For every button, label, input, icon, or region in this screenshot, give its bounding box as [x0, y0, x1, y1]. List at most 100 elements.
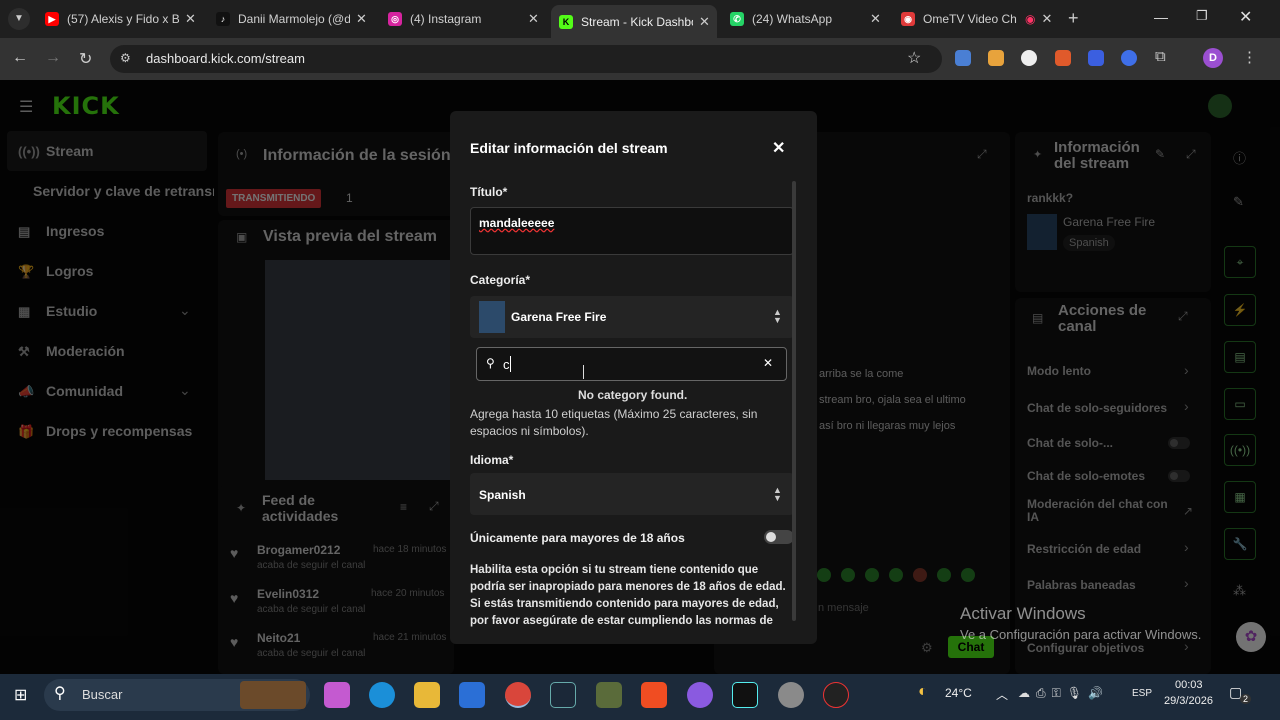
- emote-icon[interactable]: [865, 568, 879, 582]
- close-tab-icon[interactable]: ✕: [699, 14, 710, 30]
- weather-icon[interactable]: ◐: [918, 683, 928, 701]
- expand-icon[interactable]: ⤢: [1186, 147, 1196, 162]
- action-solo-emotes[interactable]: Chat de solo-emotes: [1027, 469, 1145, 483]
- app-icon[interactable]: [823, 682, 849, 708]
- expand-icon[interactable]: ⤢: [1178, 309, 1188, 324]
- emote-icon[interactable]: [961, 568, 975, 582]
- weather-temp[interactable]: 24°C: [945, 686, 972, 700]
- chrome-app-icon[interactable]: [505, 682, 531, 708]
- tab-youtube[interactable]: ▶ (57) Alexis y Fido x Ba ✕: [37, 5, 202, 33]
- browser-menu-icon[interactable]: ⋮: [1242, 48, 1257, 66]
- solo-emotes-toggle[interactable]: [1168, 470, 1190, 482]
- app-icon[interactable]: [778, 682, 804, 708]
- clock-time[interactable]: 00:03: [1175, 679, 1203, 691]
- category-search-input[interactable]: ⚲ c ✕: [476, 347, 787, 381]
- hamburger-menu-icon[interactable]: ☰: [19, 97, 33, 117]
- title-input[interactable]: mandaleeeee: [470, 207, 794, 255]
- close-tab-icon[interactable]: ✕: [528, 11, 539, 27]
- extension-icon[interactable]: [988, 50, 1004, 66]
- sidebar-item-server-key[interactable]: Servidor y clave de retransn: [33, 183, 214, 199]
- chevron-right-icon[interactable]: ›: [1184, 575, 1189, 591]
- restore-button[interactable]: ❐: [1196, 8, 1208, 24]
- external-link-icon[interactable]: ↗: [1183, 504, 1193, 518]
- tab-kick[interactable]: K Stream - Kick Dashbo ✕: [551, 5, 717, 38]
- translate-extension-icon[interactable]: [955, 50, 971, 66]
- modal-scrollbar[interactable]: [792, 181, 796, 621]
- clock-date[interactable]: 29/3/2026: [1164, 695, 1213, 707]
- tray-icons[interactable]: ☁⎙⚿🎙🔊: [1018, 686, 1109, 701]
- close-tab-icon[interactable]: ✕: [870, 11, 881, 27]
- tray-chevron-icon[interactable]: ︿: [996, 686, 1008, 703]
- chat-input[interactable]: n mensaje: [818, 602, 869, 614]
- tiktok-app-icon[interactable]: [732, 682, 758, 708]
- sidebar-item-estudio[interactable]: ▦ Estudio: [18, 303, 97, 319]
- emote-row[interactable]: [817, 568, 997, 582]
- tab-tiktok[interactable]: ♪ Danii Marmolejo (@d ✕: [208, 5, 373, 33]
- close-tab-icon[interactable]: ✕: [185, 11, 196, 27]
- edit-pencil-icon[interactable]: ✎: [1233, 194, 1244, 210]
- sidebar-item-comunidad[interactable]: 📣 Comunidad: [18, 383, 123, 399]
- extension-icon[interactable]: [1121, 50, 1137, 66]
- outlook-app-icon[interactable]: [459, 682, 485, 708]
- brave-app-icon[interactable]: [641, 682, 667, 708]
- extensions-puzzle-icon[interactable]: ⧉: [1155, 48, 1166, 65]
- settings-gear-icon[interactable]: ⚙: [921, 640, 933, 656]
- emote-icon[interactable]: [817, 568, 831, 582]
- reload-icon[interactable]: ↻: [79, 49, 92, 69]
- rail-chat-button[interactable]: ▭: [1224, 388, 1256, 420]
- emote-icon[interactable]: [937, 568, 951, 582]
- site-info-icon[interactable]: ⚙: [120, 51, 131, 65]
- solo-subs-toggle[interactable]: [1168, 437, 1190, 449]
- language-select[interactable]: Spanish ▲ ▼: [470, 473, 794, 515]
- chevron-down-icon[interactable]: ⌄: [179, 302, 191, 319]
- game-app-icon[interactable]: [596, 682, 622, 708]
- tab-instagram[interactable]: ◎ (4) Instagram ✕: [380, 5, 545, 33]
- keyboard-language[interactable]: ESP: [1132, 688, 1152, 699]
- chevron-right-icon[interactable]: ›: [1184, 539, 1189, 555]
- action-modo-lento[interactable]: Modo lento: [1027, 364, 1091, 378]
- info-icon[interactable]: ⓘ: [1233, 148, 1246, 167]
- back-icon[interactable]: ←: [12, 49, 28, 67]
- close-tab-icon[interactable]: ✕: [356, 11, 367, 27]
- minimize-button[interactable]: —: [1154, 9, 1168, 25]
- filter-icon[interactable]: ≡: [400, 500, 407, 514]
- rail-lightning-button[interactable]: ⚡: [1224, 294, 1256, 326]
- stream-preview-video[interactable]: [265, 260, 455, 480]
- new-tab-button[interactable]: +: [1068, 8, 1079, 29]
- user-avatar[interactable]: [1208, 94, 1232, 118]
- sidebar-item-drops[interactable]: 🎁 Drops y recompensas: [18, 423, 192, 439]
- steam-app-icon[interactable]: [550, 682, 576, 708]
- expand-icon[interactable]: ⤢: [429, 499, 439, 514]
- extension-icon[interactable]: [1055, 50, 1071, 66]
- action-solo-subs[interactable]: Chat de solo-...: [1027, 436, 1113, 450]
- copilot-app-icon[interactable]: [324, 682, 350, 708]
- sidebar-item-logros[interactable]: 🏆 Logros: [18, 263, 93, 279]
- rail-tools-button[interactable]: 🔧: [1224, 528, 1256, 560]
- sidebar-item-ingresos[interactable]: ▤ Ingresos: [18, 223, 104, 239]
- emote-icon[interactable]: [841, 568, 855, 582]
- kick-logo[interactable]: KICK: [52, 92, 120, 120]
- action-goals[interactable]: Configurar objetivos: [1027, 641, 1144, 655]
- messenger-app-icon[interactable]: [687, 682, 713, 708]
- action-solo-seguidores[interactable]: Chat de solo-seguidores: [1027, 401, 1167, 415]
- close-window-button[interactable]: ✕: [1239, 7, 1252, 27]
- sidebar-item-stream[interactable]: ((•)) Stream: [18, 143, 93, 159]
- profile-avatar[interactable]: D: [1203, 48, 1223, 68]
- bookmark-star-icon[interactable]: ☆: [907, 48, 921, 68]
- sidebar-item-moderacion[interactable]: ⚒ Moderación: [18, 343, 125, 359]
- url-text[interactable]: dashboard.kick.com/stream: [146, 51, 305, 66]
- rail-broadcast-button[interactable]: ((•)): [1224, 434, 1256, 466]
- expand-icon[interactable]: ⤢: [977, 147, 987, 162]
- rail-notes-button[interactable]: ▤: [1224, 341, 1256, 373]
- copilot-icon[interactable]: ✿: [1236, 622, 1266, 652]
- tab-whatsapp[interactable]: ✆ (24) WhatsApp ✕: [722, 5, 887, 33]
- apps-icon[interactable]: ⁂: [1233, 583, 1246, 599]
- chevron-right-icon[interactable]: ›: [1184, 398, 1189, 414]
- rail-layout-button[interactable]: ▦: [1224, 481, 1256, 513]
- close-icon[interactable]: ✕: [772, 138, 785, 158]
- tab-search-button[interactable]: ▼: [8, 8, 30, 30]
- category-select[interactable]: Garena Free Fire ▲ ▼: [470, 296, 794, 338]
- forward-icon[interactable]: →: [45, 49, 61, 67]
- adult-content-toggle[interactable]: [764, 530, 794, 544]
- rail-target-button[interactable]: ⌖: [1224, 246, 1256, 278]
